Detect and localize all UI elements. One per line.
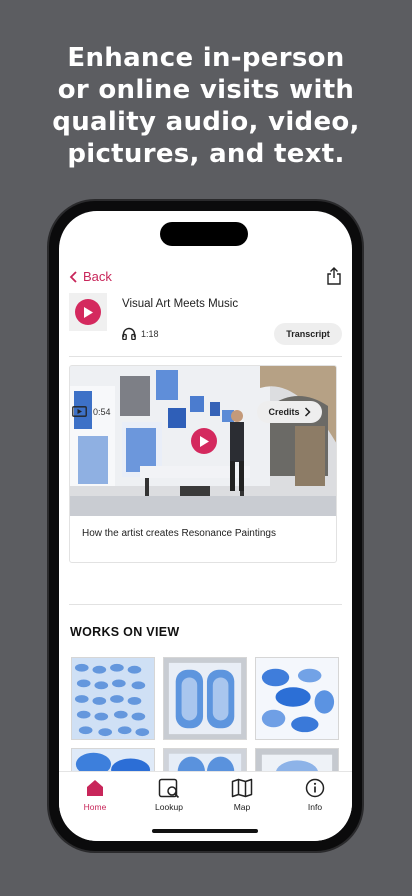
lookup-icon bbox=[158, 778, 180, 798]
phone-frame: Back Visual Art Meets Music 1:18 Transcr… bbox=[49, 201, 362, 851]
artwork-tile[interactable] bbox=[71, 657, 155, 740]
promo-headline: Enhance in-person or online visits with … bbox=[0, 42, 412, 170]
video-duration: 0:54 bbox=[72, 406, 111, 417]
credits-button[interactable]: Credits bbox=[257, 401, 322, 423]
audio-title: Visual Art Meets Music bbox=[122, 298, 239, 310]
tab-label: Lookup bbox=[155, 802, 183, 812]
tab-label: Map bbox=[233, 802, 251, 812]
home-icon bbox=[87, 780, 103, 796]
tab-info[interactable]: Info bbox=[285, 778, 345, 812]
audio-duration-text: 1:18 bbox=[141, 328, 159, 339]
tab-map[interactable]: Map bbox=[212, 778, 272, 812]
credits-label: Credits bbox=[268, 407, 300, 417]
artwork-tile[interactable] bbox=[163, 657, 247, 740]
video-title: How the artist creates Resonance Paintin… bbox=[82, 528, 276, 539]
back-button[interactable]: Back bbox=[69, 269, 112, 284]
video-play-button[interactable] bbox=[191, 428, 217, 454]
tab-label: Info bbox=[307, 802, 323, 812]
play-icon bbox=[75, 299, 101, 325]
promo-line: or online visits with bbox=[57, 75, 355, 105]
info-icon bbox=[305, 778, 325, 798]
audio-track: Visual Art Meets Music 1:18 Transcript bbox=[69, 293, 342, 357]
tab-label: Home bbox=[83, 802, 107, 812]
share-icon[interactable] bbox=[326, 267, 342, 285]
phone-screen: Back Visual Art Meets Music 1:18 Transcr… bbox=[59, 211, 352, 841]
headphones-icon bbox=[122, 327, 136, 340]
back-label: Back bbox=[83, 269, 112, 284]
video-card: How the artist creates Resonance Paintin… bbox=[69, 365, 337, 563]
map-icon bbox=[231, 778, 253, 798]
video-icon bbox=[72, 406, 87, 417]
works-section-title: WORKS ON VIEW bbox=[70, 625, 180, 639]
promo-line: Enhance in-person bbox=[67, 43, 345, 73]
chevron-right-icon bbox=[304, 407, 311, 417]
transcript-button[interactable]: Transcript bbox=[274, 323, 342, 345]
home-indicator bbox=[152, 829, 258, 833]
artwork-tile[interactable] bbox=[255, 657, 339, 740]
audio-play-button[interactable] bbox=[69, 293, 107, 331]
tab-home[interactable]: Home bbox=[65, 778, 125, 812]
play-icon bbox=[200, 435, 209, 447]
dynamic-island bbox=[160, 222, 248, 246]
promo-line: quality audio, video, bbox=[52, 107, 360, 137]
audio-duration: 1:18 bbox=[122, 327, 159, 340]
chevron-left-icon bbox=[69, 270, 77, 283]
divider bbox=[69, 604, 342, 605]
promo-line: pictures, and text. bbox=[67, 139, 345, 169]
video-duration-text: 0:54 bbox=[93, 406, 111, 417]
tab-lookup[interactable]: Lookup bbox=[139, 778, 199, 812]
